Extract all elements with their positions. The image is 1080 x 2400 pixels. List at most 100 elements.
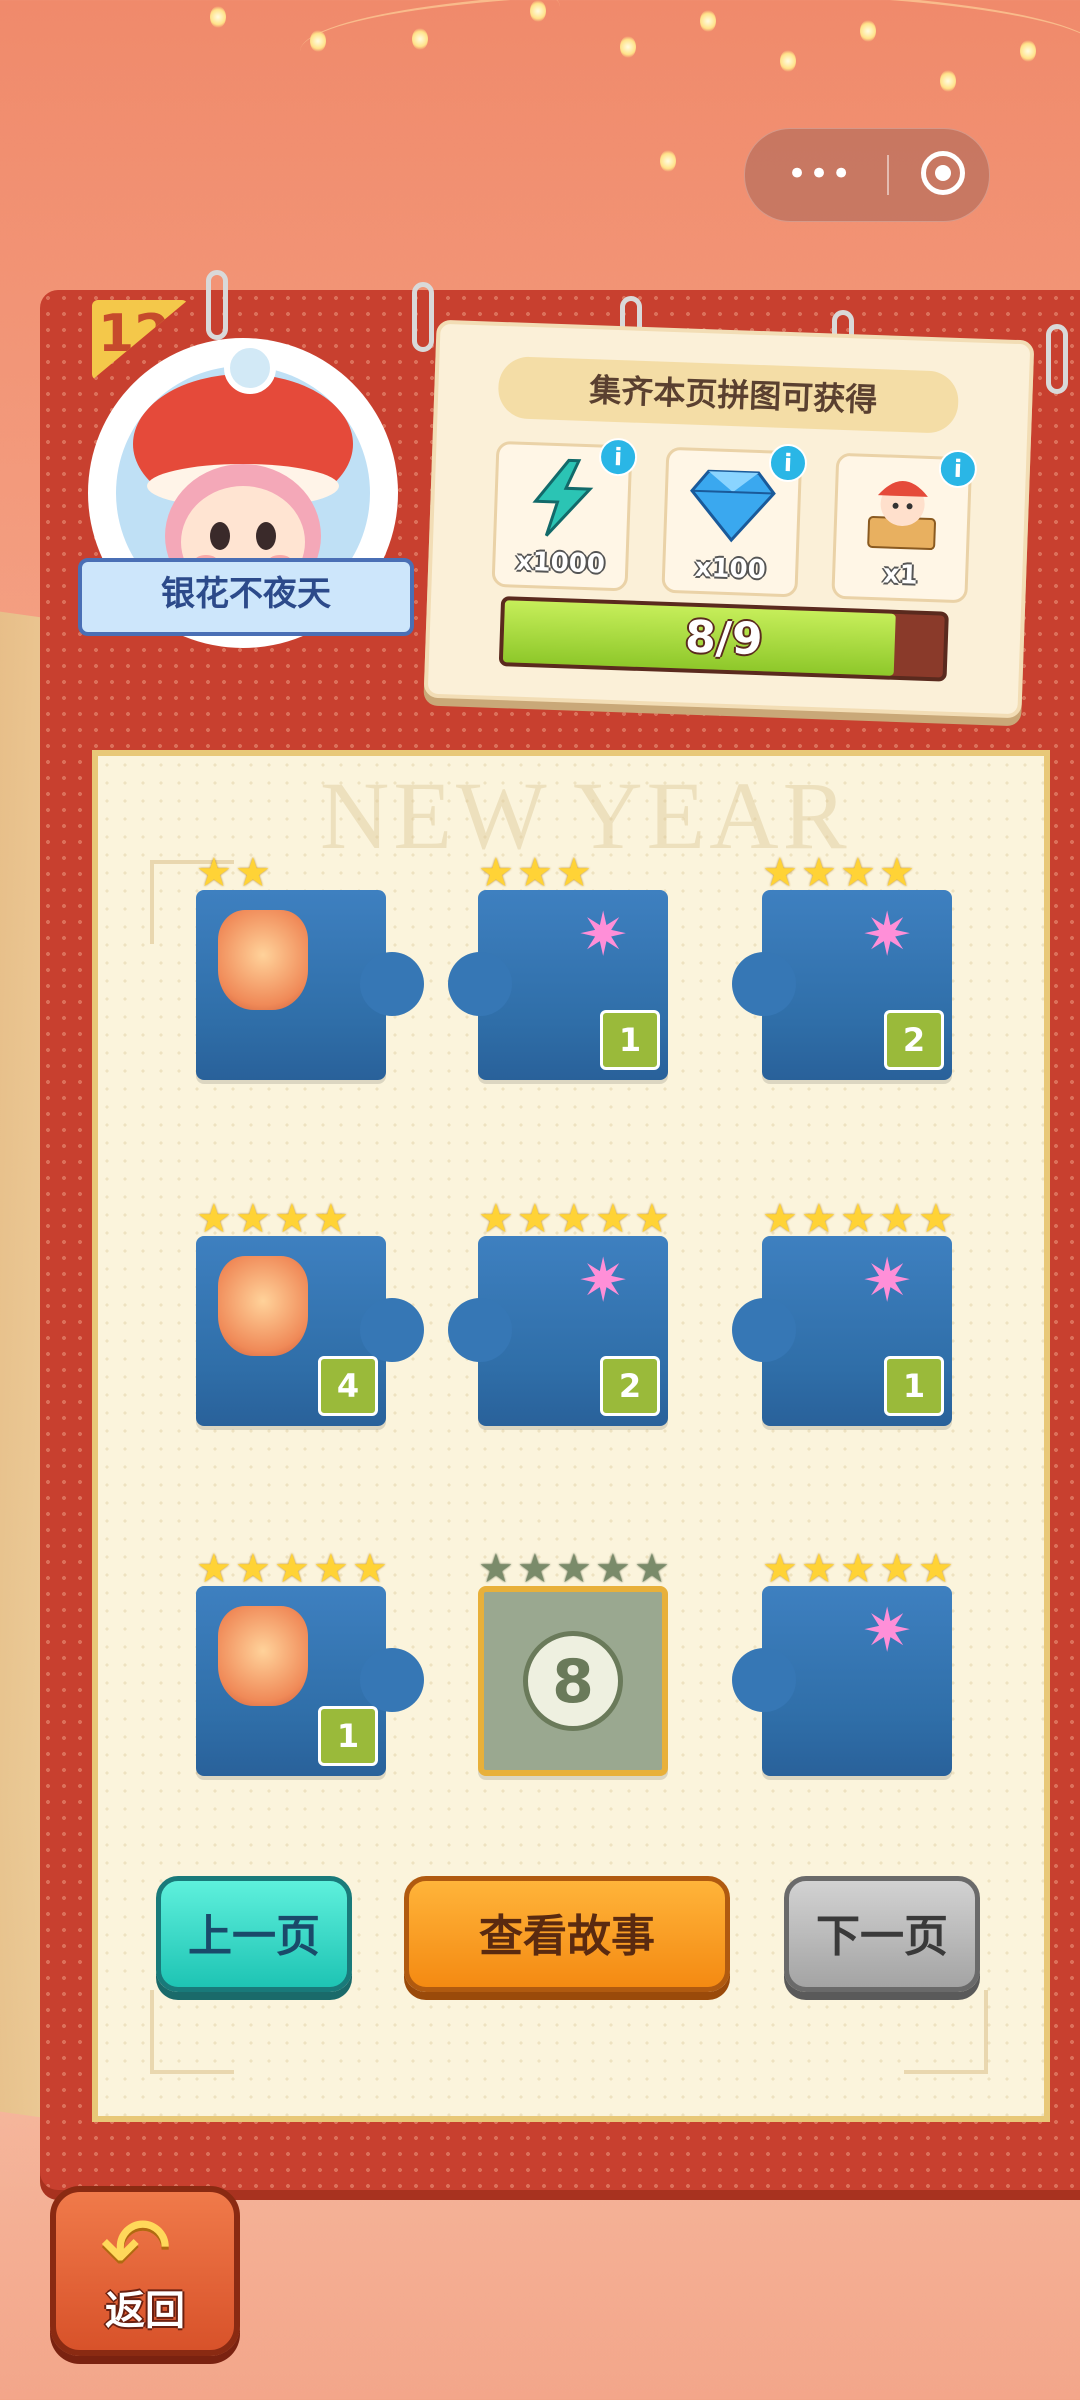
target-close-icon[interactable] xyxy=(921,151,965,195)
back-button[interactable]: ↶ 返回 xyxy=(50,2186,240,2356)
piece-count-badge: 1 xyxy=(600,1010,660,1070)
star-icon: ★ xyxy=(634,1196,670,1242)
star-icon: ★ xyxy=(801,1196,837,1242)
star-icon: ★ xyxy=(313,1196,349,1242)
puzzle-piece[interactable]: ★★ xyxy=(196,853,424,1080)
star-icon: ★ xyxy=(879,850,915,896)
piece-star-rating: ★★★★ xyxy=(762,850,918,896)
chapter-badge[interactable]: 银花不夜天 xyxy=(78,342,414,678)
star-icon: ★ xyxy=(196,1546,232,1592)
reward-diamond[interactable]: i x100 xyxy=(661,443,808,598)
piece-tab xyxy=(732,1298,796,1362)
info-icon[interactable]: i xyxy=(938,449,978,489)
firework-art: ✷ xyxy=(578,900,629,970)
star-icon: ★ xyxy=(352,1546,388,1592)
star-icon: ★ xyxy=(478,1546,514,1592)
star-icon: ★ xyxy=(556,850,592,896)
collection-progress-bar: 8/9 xyxy=(498,596,949,682)
firework-art: ✷ xyxy=(578,1246,629,1316)
reward-energy[interactable]: i x1000 xyxy=(491,437,638,592)
corner-ornament xyxy=(904,1990,988,2074)
star-icon: ★ xyxy=(478,1196,514,1242)
puzzle-piece[interactable]: ✷ ★★★ 1 xyxy=(448,853,668,1080)
puzzle-piece[interactable]: ✷ ★★★★★ xyxy=(732,1549,954,1776)
blue-diamond-icon xyxy=(690,469,776,543)
star-icon: ★ xyxy=(762,1546,798,1592)
piece-star-rating: ★★ xyxy=(196,853,274,894)
star-icon: ★ xyxy=(196,1196,232,1242)
star-icon: ★ xyxy=(235,1546,271,1592)
puzzle-piece[interactable]: ✷ ★★★★★ 2 xyxy=(448,1199,670,1426)
star-icon: ★ xyxy=(879,1196,915,1242)
piece-star-rating: ★★★★★ xyxy=(478,1546,673,1592)
star-icon: ★ xyxy=(918,1196,954,1242)
prev-page-button[interactable]: 上一页 xyxy=(156,1876,352,1992)
next-page-button[interactable]: 下一页 xyxy=(784,1876,980,1992)
mini-program-capsule: ••• xyxy=(744,128,990,222)
star-icon: ★ xyxy=(918,1546,954,1592)
star-icon: ★ xyxy=(517,1546,553,1592)
puzzle-piece[interactable]: ★★★★★ 1 xyxy=(196,1549,424,1776)
star-icon: ★ xyxy=(556,1546,592,1592)
info-icon[interactable]: i xyxy=(768,443,808,483)
star-icon: ★ xyxy=(762,1196,798,1242)
piece-tab xyxy=(360,1298,424,1362)
piece-star-rating: ★★★★★ xyxy=(478,1196,673,1242)
piece-tab xyxy=(732,952,796,1016)
star-icon: ★ xyxy=(235,1196,271,1242)
star-icon: ★ xyxy=(840,1196,876,1242)
sky-lantern-art xyxy=(218,910,308,1010)
star-icon: ★ xyxy=(274,1546,310,1592)
piece-count-badge: 1 xyxy=(318,1706,378,1766)
star-icon: ★ xyxy=(274,1196,310,1242)
binder-ring xyxy=(1046,324,1068,394)
reward-quantity: x1000 xyxy=(515,546,606,580)
star-icon: ★ xyxy=(801,1546,837,1592)
star-icon: ★ xyxy=(478,850,514,896)
puzzle-piece[interactable]: ★★★★ 4 xyxy=(196,1199,424,1426)
star-icon: ★ xyxy=(879,1546,915,1592)
star-icon: ★ xyxy=(595,1196,631,1242)
locked-piece-number: 8 xyxy=(523,1631,623,1731)
firework-art: ✷ xyxy=(862,900,913,970)
sky-lantern-art xyxy=(218,1256,308,1356)
back-label: 返回 xyxy=(105,2288,185,2334)
binder-ring xyxy=(412,282,434,352)
piece-tab xyxy=(448,952,512,1016)
lightning-energy-icon xyxy=(532,458,594,537)
corner-ornament xyxy=(150,1990,234,2074)
piece-star-rating: ★★★★★ xyxy=(762,1546,957,1592)
star-icon: ★ xyxy=(634,1546,670,1592)
puzzle-piece[interactable]: ✷ ★★★★★ 1 xyxy=(732,1199,954,1426)
firework-art: ✷ xyxy=(862,1246,913,1316)
piece-count-badge: 2 xyxy=(600,1356,660,1416)
page-watermark: NEW YEAR xyxy=(320,762,851,869)
piece-tab xyxy=(448,1298,512,1362)
piece-tab xyxy=(732,1648,796,1712)
star-icon: ★ xyxy=(595,1546,631,1592)
jester-doll-icon xyxy=(867,481,936,551)
star-icon: ★ xyxy=(556,1196,592,1242)
reward-jester[interactable]: i x1 xyxy=(831,449,978,604)
more-dots-icon[interactable]: ••• xyxy=(787,157,853,191)
star-icon: ★ xyxy=(840,1546,876,1592)
piece-star-rating: ★★★★★ xyxy=(762,1196,957,1242)
piece-star-rating: ★★★★★ xyxy=(196,1546,391,1592)
info-icon[interactable]: i xyxy=(598,437,638,477)
puzzle-piece-locked[interactable]: 8 ★★★★★ xyxy=(478,1549,670,1776)
capsule-divider xyxy=(887,155,889,195)
view-story-button[interactable]: 查看故事 xyxy=(404,1876,730,1992)
puzzle-piece[interactable]: ✷ ★★★★ 2 xyxy=(732,853,952,1080)
piece-count-badge: 4 xyxy=(318,1356,378,1416)
piece-count-badge: 1 xyxy=(884,1356,944,1416)
piece-star-rating: ★★★ xyxy=(478,850,595,896)
star-icon: ★ xyxy=(840,850,876,896)
piece-tab xyxy=(360,1648,424,1712)
badge-hole xyxy=(224,342,276,394)
firework-art: ✷ xyxy=(862,1596,913,1666)
star-icon: ★ xyxy=(762,850,798,896)
reward-card: 集齐本页拼图可获得 i x1000 i x100 i x1 8/9 xyxy=(423,319,1035,719)
star-icon: ★ xyxy=(313,1546,349,1592)
star-icon: ★ xyxy=(517,1196,553,1242)
binder-ring xyxy=(206,270,228,340)
